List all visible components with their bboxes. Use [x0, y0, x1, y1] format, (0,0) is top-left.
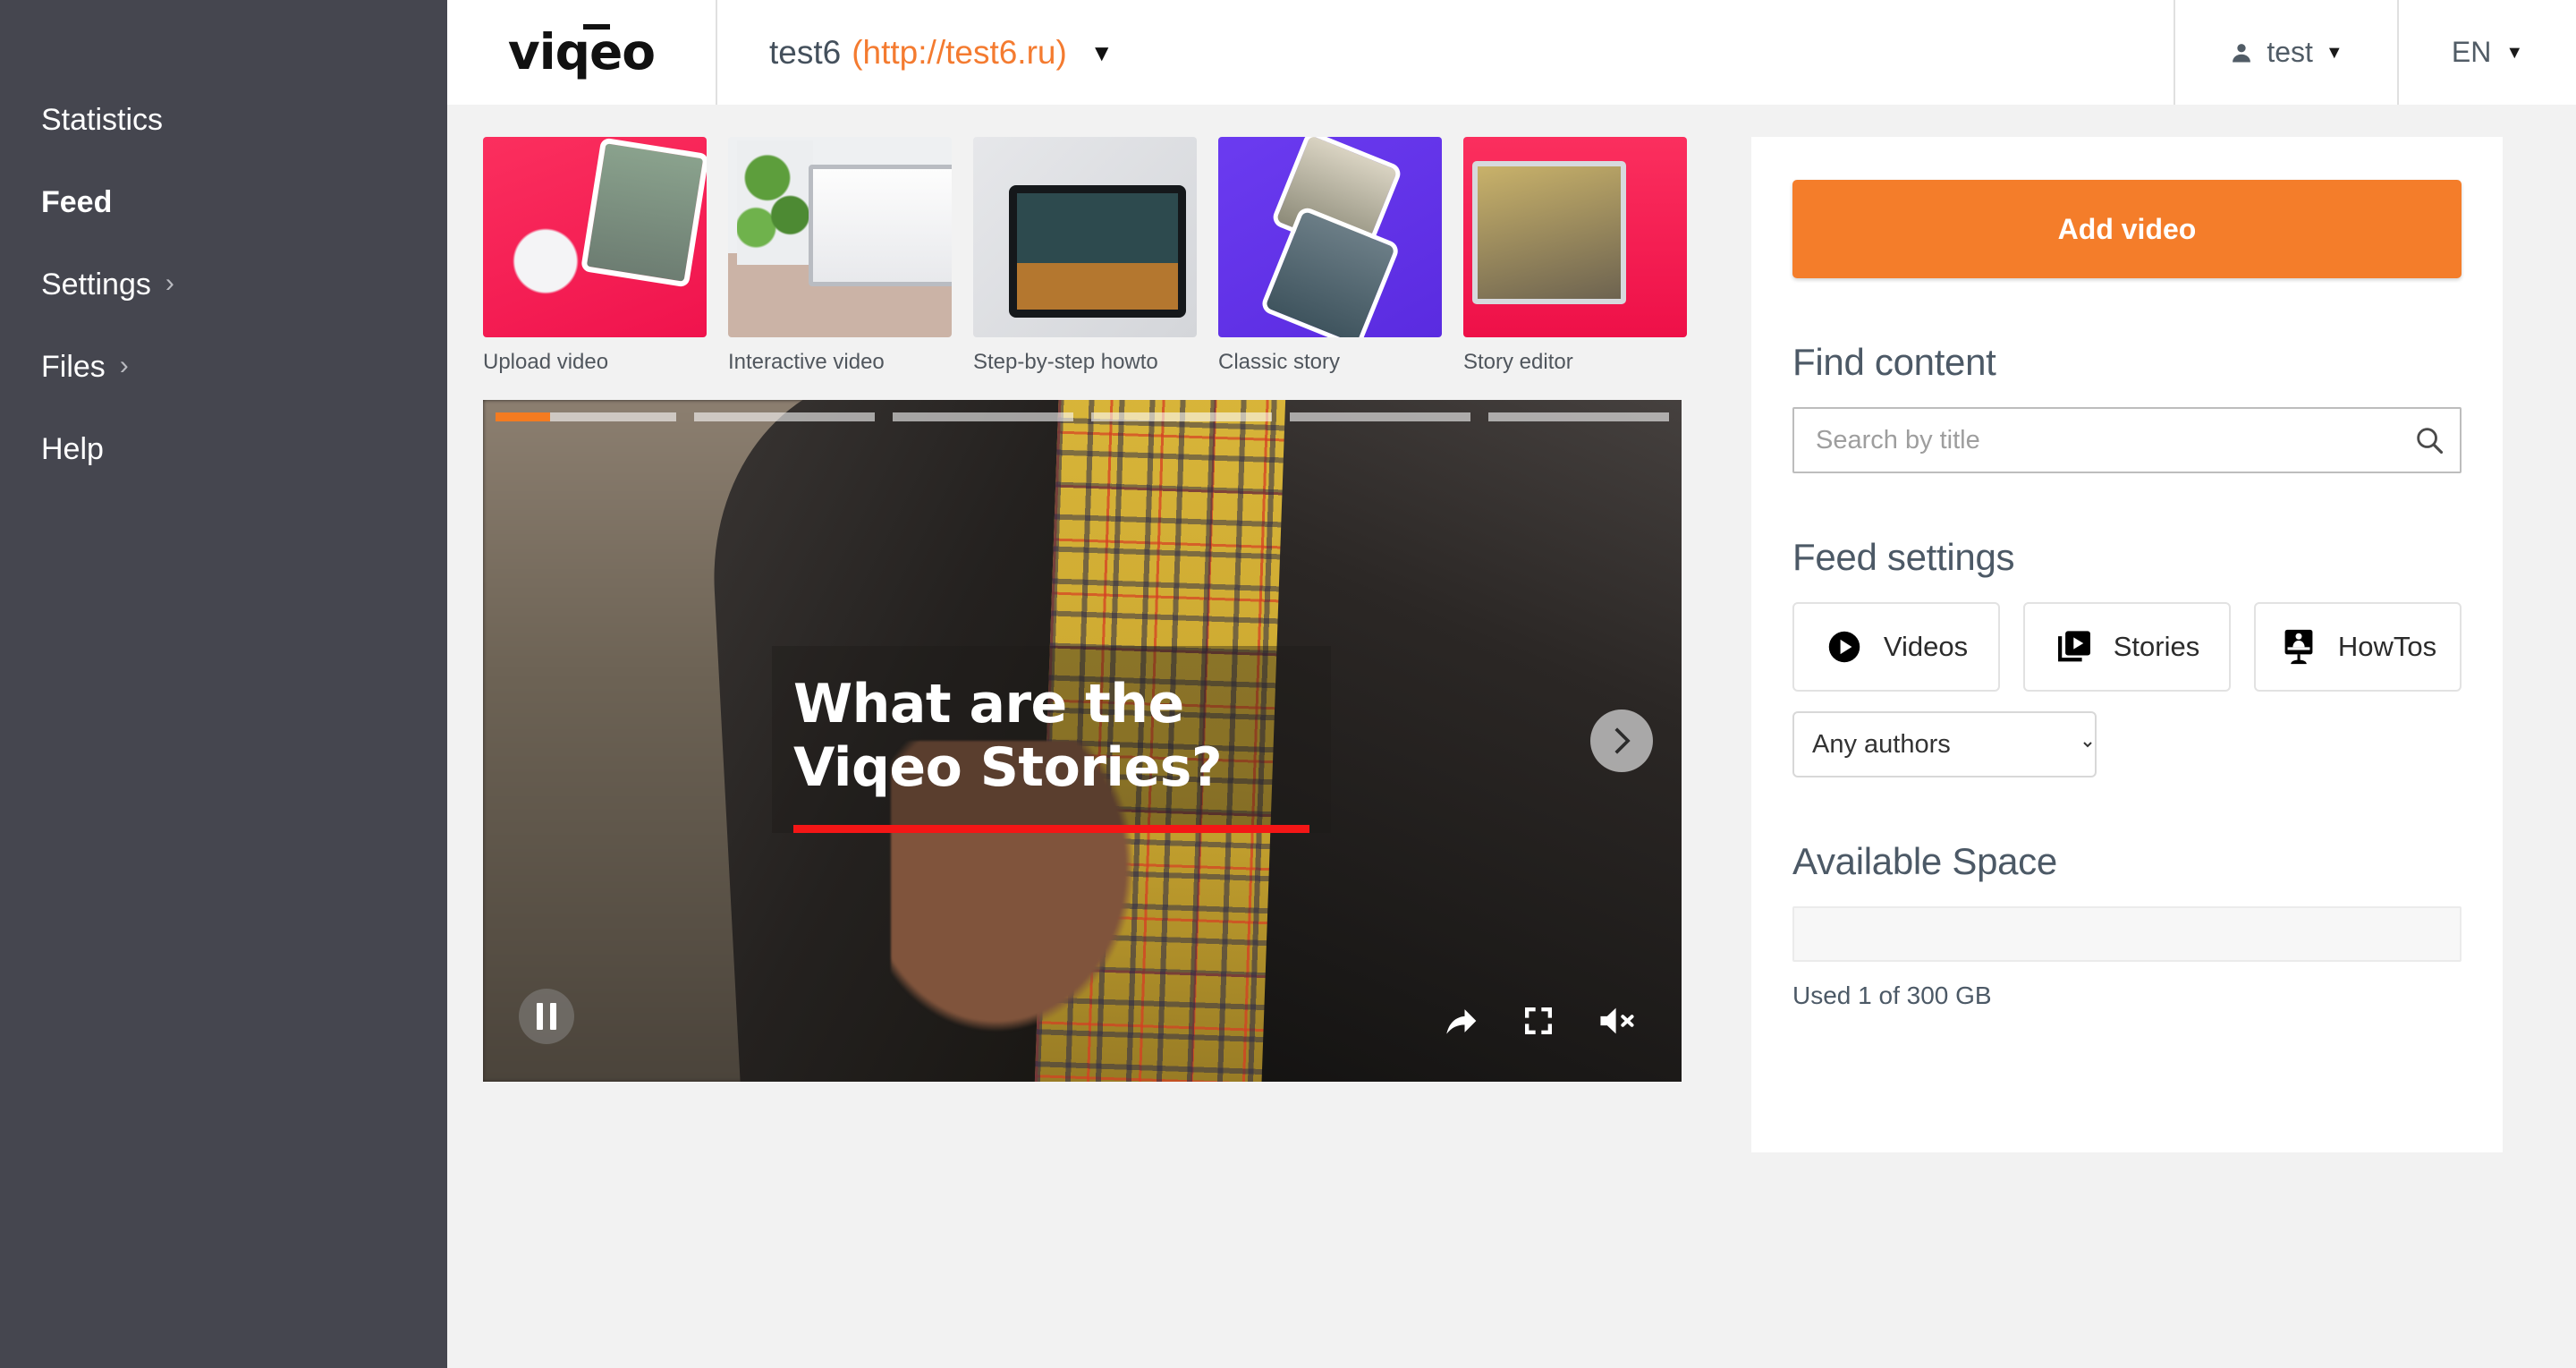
story-progress-segment[interactable]	[1290, 412, 1470, 421]
video-player[interactable]: What are the Viqeo Stories?	[483, 400, 1682, 1082]
left-column: Upload video Interactive video Step-by-s…	[483, 137, 1717, 1082]
available-space-bar	[1792, 906, 2462, 962]
sidebar-item-label: Files	[41, 350, 106, 384]
search-button[interactable]	[2413, 424, 2445, 456]
template-label: Classic story	[1218, 350, 1341, 374]
chevron-down-icon: ▼	[2325, 42, 2343, 63]
right-panel: Add video Find content Feed settings	[1751, 137, 2503, 1152]
filter-label: HowTos	[2337, 631, 2437, 662]
template-card-upload-video[interactable]: Upload video	[483, 137, 707, 375]
story-progress-bars[interactable]	[496, 412, 1669, 421]
template-thumbnail	[1218, 137, 1442, 337]
template-label: Story editor	[1463, 350, 1573, 374]
filter-label: Videos	[1883, 631, 1969, 662]
howto-monitor-icon	[2284, 629, 2313, 665]
pause-button[interactable]	[519, 989, 574, 1044]
search-icon	[2417, 428, 2444, 455]
sidebar-item-label: Feed	[41, 185, 113, 219]
user-name: test	[2267, 36, 2313, 68]
logo-macron-bar	[582, 24, 610, 30]
sidebar-item-label: Settings	[41, 268, 151, 302]
chevron-down-icon[interactable]: ▼	[1090, 41, 1114, 64]
chevron-right-icon: ›	[119, 351, 129, 380]
chevron-right-icon: ›	[165, 268, 174, 298]
content-area: Upload video Interactive video Step-by-s…	[447, 105, 2576, 1152]
available-space-title: Available Space	[1792, 840, 2057, 882]
template-thumbnail	[483, 137, 707, 337]
find-content-title: Find content	[1792, 341, 1996, 383]
story-progress-fill	[496, 412, 550, 421]
template-thumbnail	[1463, 137, 1687, 337]
stories-icon	[2057, 631, 2090, 662]
video-title-overlay: What are the Viqeo Stories?	[772, 646, 1331, 833]
story-progress-segment[interactable]	[893, 412, 1073, 421]
template-label: Step-by-step howto	[973, 350, 1158, 374]
story-progress-segment[interactable]	[694, 412, 875, 421]
share-icon[interactable]	[1440, 1001, 1479, 1041]
filter-button-howtos[interactable]: HowTos	[2254, 602, 2462, 692]
filter-button-stories[interactable]: Stories	[2023, 602, 2231, 692]
template-cards: Upload video Interactive video Step-by-s…	[483, 137, 1717, 375]
template-card-classic-story[interactable]: Classic story	[1218, 137, 1442, 375]
template-label: Interactive video	[728, 350, 885, 374]
template-card-step-by-step-howto[interactable]: Step-by-step howto	[973, 137, 1197, 375]
title-underline	[793, 824, 1309, 833]
logo-cell[interactable]: viqeo	[447, 0, 717, 105]
site-selector[interactable]: test6 (http://test6.ru) ▼	[717, 0, 2174, 105]
site-name: test6	[769, 33, 842, 71]
app-root: Statistics Feed Settings › Files › Help …	[0, 0, 2576, 1368]
template-card-interactive-video[interactable]: Interactive video	[728, 137, 952, 375]
template-label: Upload video	[483, 350, 609, 374]
person-icon	[2233, 43, 2251, 62]
language-selector[interactable]: EN ▼	[2397, 0, 2576, 105]
feed-settings-title: Feed settings	[1792, 536, 2015, 578]
sidebar-item-files[interactable]: Files ›	[0, 326, 447, 408]
site-url: (http://test6.ru)	[852, 33, 1067, 71]
sidebar-item-settings[interactable]: Settings ›	[0, 243, 447, 326]
play-circle-icon	[1828, 631, 1860, 663]
template-thumbnail	[973, 137, 1197, 337]
filter-button-videos[interactable]: Videos	[1792, 602, 2000, 692]
fullscreen-icon[interactable]	[1521, 1003, 1556, 1039]
add-video-button[interactable]: Add video	[1792, 180, 2462, 278]
space-used-text: Used 1 of 300 GB	[1792, 981, 1992, 1009]
sidebar-item-label: Statistics	[41, 103, 164, 137]
sidebar: Statistics Feed Settings › Files › Help	[0, 0, 447, 1368]
sidebar-item-statistics[interactable]: Statistics	[0, 79, 447, 161]
story-progress-segment[interactable]	[1488, 412, 1669, 421]
chevron-down-icon: ▼	[2505, 42, 2524, 63]
story-progress-segment[interactable]	[1091, 412, 1272, 421]
feed-filter-row: Videos Stories HowTos	[1792, 602, 2462, 692]
search-input[interactable]	[1792, 407, 2462, 473]
story-progress-segment[interactable]	[496, 412, 676, 421]
player-controls	[1440, 1001, 1640, 1041]
template-thumbnail	[728, 137, 952, 337]
authors-select[interactable]: Any authors	[1792, 711, 2097, 777]
video-title: What are the Viqeo Stories?	[793, 673, 1223, 799]
search-wrapper	[1792, 407, 2462, 473]
sidebar-item-help[interactable]: Help	[0, 408, 447, 490]
volume-muted-icon[interactable]	[1597, 1001, 1640, 1041]
top-bar: viqeo test6 (http://test6.ru) ▼ test ▼ E…	[447, 0, 2576, 105]
pause-icon	[537, 1003, 556, 1030]
language-label: EN	[2451, 36, 2492, 68]
logo-text: viqeo	[507, 23, 656, 81]
next-story-button[interactable]	[1590, 709, 1653, 772]
viqeo-logo: viqeo	[508, 24, 656, 77]
sidebar-item-label: Help	[41, 432, 104, 466]
template-card-story-editor[interactable]: Story editor	[1463, 137, 1687, 375]
main-area: viqeo test6 (http://test6.ru) ▼ test ▼ E…	[447, 0, 2576, 1368]
user-menu[interactable]: test ▼	[2174, 0, 2397, 105]
filter-label: Stories	[2113, 631, 2200, 662]
sidebar-item-feed[interactable]: Feed	[0, 161, 447, 243]
chevron-right-icon	[1614, 727, 1631, 754]
